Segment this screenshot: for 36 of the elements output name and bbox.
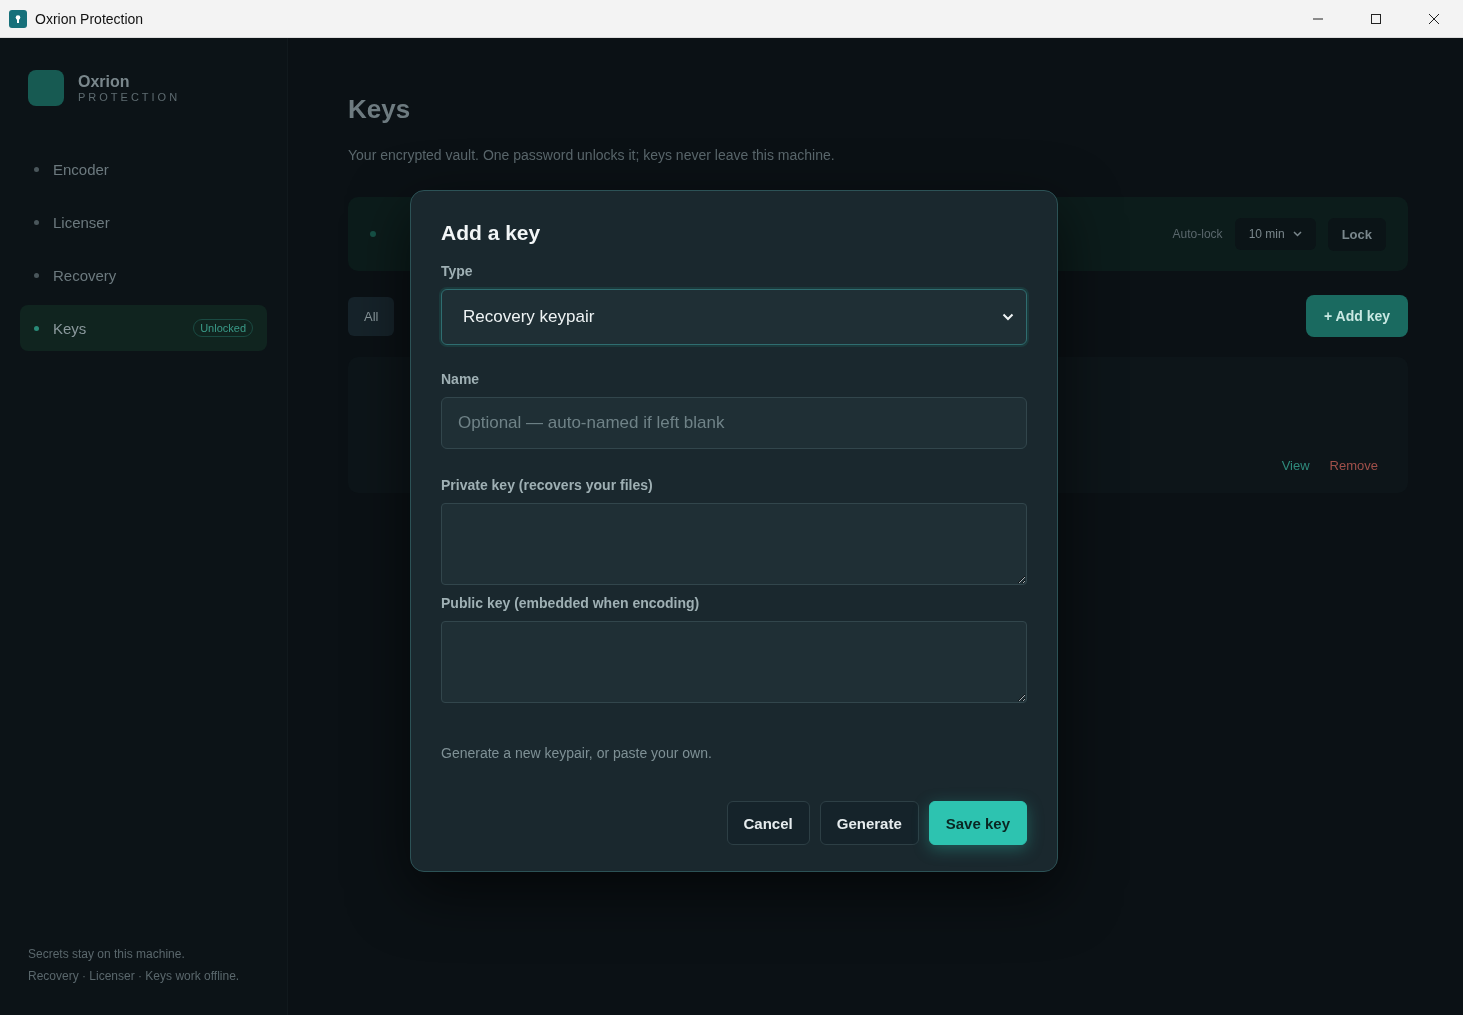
field-label: Public key (embedded when encoding) (441, 595, 701, 611)
brand-name: Oxrion (78, 73, 131, 91)
status-dot-icon (370, 231, 376, 237)
save-button[interactable]: Save key (928, 801, 1027, 845)
dialog-button[interactable]: Generate (819, 801, 919, 845)
public-key-field[interactable] (441, 621, 1027, 703)
field-label: Name (441, 371, 481, 387)
brand-logo (28, 70, 64, 106)
page-subtitle: Your encrypted vault. One password unlocks it; keys never leave this machine. (348, 147, 836, 163)
field-label: Type (441, 263, 474, 279)
hint-text: Generate a new keypair, or paste your own. (441, 745, 713, 761)
window-title: Oxrion Protection (35, 10, 145, 27)
row-action-link[interactable]: View (1281, 458, 1310, 473)
auto-lock-select[interactable]: 10 min (1234, 218, 1316, 250)
name-field[interactable]: Optional — auto-named if left blank (441, 397, 1027, 449)
app-logo-icon (9, 9, 27, 28)
dialog-button[interactable]: Cancel (726, 801, 810, 845)
footer-note: Recovery · Licenser · Keys work offline. (28, 968, 241, 985)
chevron-down-icon (1292, 231, 1302, 237)
dialog-title: Add a key (441, 221, 542, 245)
field-label: Private key (recovers your files) (441, 477, 654, 493)
type-select[interactable]: Recovery keypair (441, 289, 1027, 345)
footer-note: Secrets stay on this machine. (28, 946, 186, 963)
brand-tagline: PROTECTION (78, 91, 181, 103)
private-key-field[interactable] (441, 503, 1027, 585)
auto-lock-label: Auto-lock (1172, 227, 1223, 241)
nav-item[interactable]: Licenser (20, 199, 267, 245)
add-key-button[interactable]: + Add key (1306, 295, 1408, 337)
chevron-down-icon (1002, 313, 1014, 321)
nav-item[interactable]: Encoder (20, 146, 267, 192)
lock-button[interactable]: Lock (1327, 217, 1386, 251)
page-title: Keys (348, 94, 412, 125)
row-action-link[interactable]: Remove (1329, 458, 1378, 473)
nav-item[interactable]: Keys Unlocked (20, 305, 267, 351)
filter-tab[interactable]: All (348, 296, 395, 336)
nav-item[interactable]: Recovery (20, 252, 267, 298)
